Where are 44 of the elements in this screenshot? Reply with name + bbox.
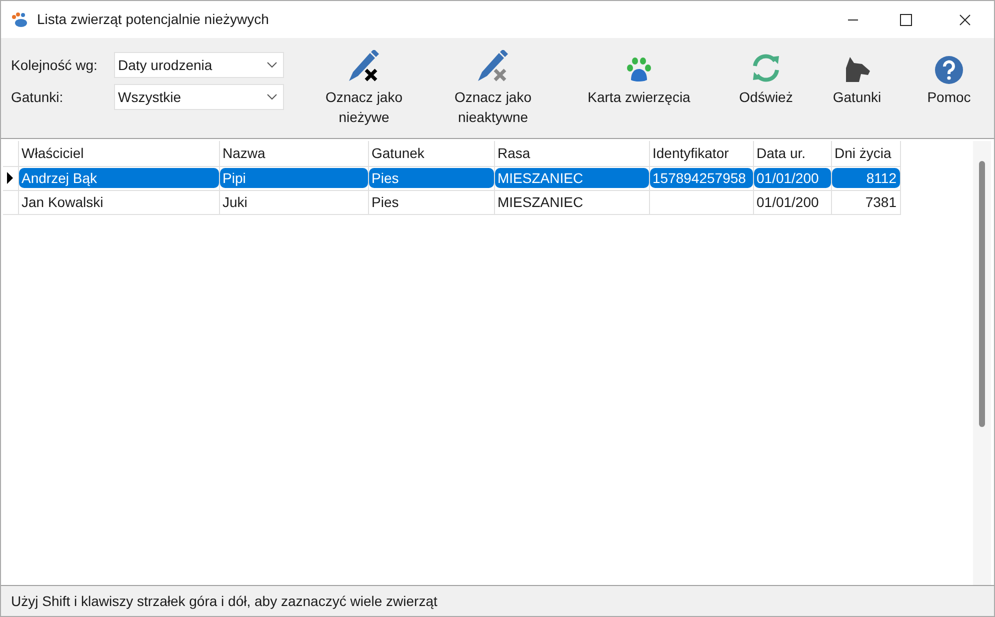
column-header[interactable]: Gatunek: [368, 141, 494, 166]
scrollbar[interactable]: [973, 141, 991, 585]
table-cell[interactable]: Pies: [368, 168, 494, 188]
maximize-icon: [900, 14, 912, 26]
table-cell[interactable]: 7381: [832, 192, 900, 212]
table-cell[interactable]: 157894257958: [650, 168, 752, 188]
column-header[interactable]: Dni życia: [831, 141, 900, 166]
pencil-cross-icon: [475, 50, 511, 84]
chevron-down-icon: [267, 94, 277, 100]
close-icon: [959, 14, 971, 26]
column-header[interactable]: Nazwa: [219, 141, 368, 166]
column-header[interactable]: Identyfikator: [649, 141, 753, 166]
dropdown[interactable]: Daty urodzenia: [114, 52, 284, 78]
table-cell[interactable]: Andrzej Bąk: [18, 168, 218, 188]
toolbar-button[interactable]: Pomoc: [902, 46, 995, 138]
refresh-icon: [750, 52, 782, 84]
app-icon: [11, 12, 29, 28]
table-cell[interactable]: 8112: [832, 168, 900, 188]
column-header[interactable]: Właściciel: [18, 141, 219, 166]
toolbar-button[interactable]: Gatunki: [812, 46, 902, 138]
table-cell[interactable]: Jan Kowalski: [18, 192, 218, 212]
table-cell[interactable]: Pies: [368, 192, 494, 212]
column-header[interactable]: Rasa: [494, 141, 649, 166]
pencil-cross-icon: [346, 50, 382, 84]
table-cell[interactable]: 01/01/200: [754, 168, 830, 188]
toolbar-button[interactable]: Odśwież: [720, 46, 812, 138]
help-icon: [935, 56, 963, 84]
paw-icon: [625, 56, 653, 84]
chevron-down-icon: [267, 62, 277, 68]
table-cell[interactable]: Juki: [220, 192, 368, 212]
status-text: Użyj Shift i klawiszy strzałek góra i dół, aby zaznaczyć wiele zwierząt: [11, 592, 438, 611]
toolbar-button[interactable]: Karta zwierzęcia: [558, 46, 720, 138]
filter-label: Gatunki:: [11, 88, 64, 106]
table-cell[interactable]: MIESZANIEC: [494, 168, 648, 188]
table-cell[interactable]: MIESZANIEC: [494, 192, 648, 212]
dropdown[interactable]: Wszystkie: [114, 84, 284, 110]
filter-label: Kolejność wg:: [11, 56, 98, 75]
table-cell[interactable]: 01/01/200: [754, 192, 830, 212]
toolbar-button[interactable]: Oznacz jako nieaktywne: [428, 46, 558, 138]
table-cell[interactable]: Pipi: [220, 168, 368, 188]
scrollbar-thumb[interactable]: [979, 161, 985, 427]
column-header[interactable]: Data ur.: [753, 141, 831, 166]
toolbar-button[interactable]: Oznacz jako nieżywe: [300, 46, 428, 138]
window-title: Lista zwierząt potencjalnie nieżywych: [37, 10, 269, 29]
